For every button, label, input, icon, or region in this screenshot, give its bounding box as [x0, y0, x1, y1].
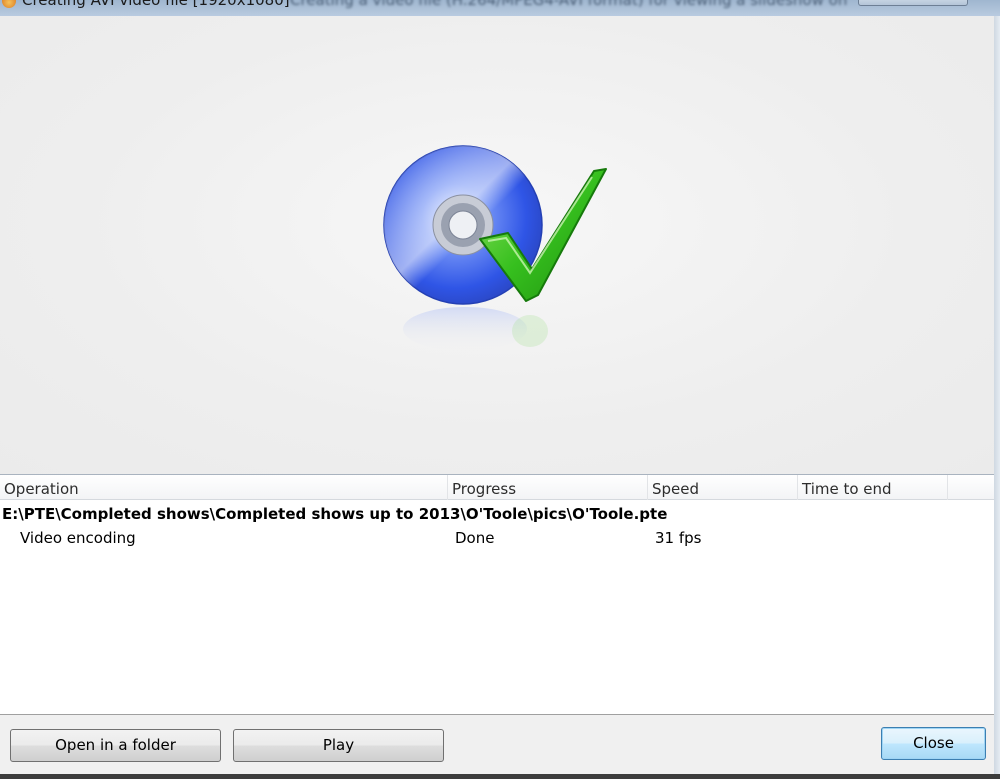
- operation-cell: Video encoding: [20, 529, 136, 547]
- window-bottom-edge: [0, 774, 1000, 779]
- column-header-progress[interactable]: Progress: [448, 475, 648, 500]
- window-title: Creating AVI video file [1920x1080]: [22, 0, 290, 9]
- operations-list[interactable]: Operation Progress Speed Time to end E:\…: [0, 474, 994, 715]
- table-row[interactable]: Video encoding Done 31 fps: [0, 526, 994, 550]
- project-path-row[interactable]: E:\PTE\Completed shows\Completed shows u…: [0, 502, 994, 526]
- disc-checkmark-icon: [383, 145, 607, 351]
- window-controls[interactable]: [858, 0, 968, 6]
- list-header: Operation Progress Speed Time to end: [0, 475, 994, 500]
- open-in-folder-button[interactable]: Open in a folder: [10, 729, 221, 762]
- window-border: [994, 16, 1000, 774]
- play-button[interactable]: Play: [233, 729, 444, 762]
- dialog-client-area: Operation Progress Speed Time to end E:\…: [0, 16, 1000, 774]
- column-header-operation[interactable]: Operation: [0, 475, 448, 500]
- window-title-bar: Creating AVI video file [1920x1080] Crea…: [0, 0, 1000, 16]
- progress-cell: Done: [455, 529, 495, 547]
- project-path: E:\PTE\Completed shows\Completed shows u…: [2, 505, 668, 523]
- close-button[interactable]: Close: [881, 727, 986, 760]
- background-window-title: Creating a video file (H.264/MPEG4-AVI f…: [290, 0, 850, 9]
- logo-panel: [0, 16, 994, 474]
- column-header-time-to-end[interactable]: Time to end: [798, 475, 948, 500]
- column-header-speed[interactable]: Speed: [648, 475, 798, 500]
- app-icon: [2, 0, 16, 8]
- speed-cell: 31 fps: [655, 529, 702, 547]
